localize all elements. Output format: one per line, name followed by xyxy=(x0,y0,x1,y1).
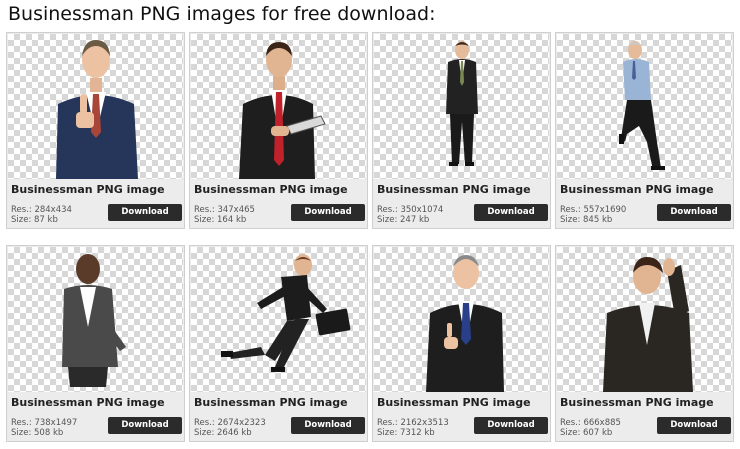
download-button[interactable]: Download xyxy=(291,417,365,434)
businessman-stressed-thumbnail[interactable] xyxy=(557,247,732,392)
card-title: Businessman PNG image xyxy=(11,183,165,196)
file-size-text: Size: 845 kb xyxy=(560,215,613,225)
image-card[interactable]: Businessman PNG image Res.: 350x1074 Siz… xyxy=(372,32,551,229)
businessman-thumbs-up-thumbnail[interactable] xyxy=(8,34,183,179)
resolution-text: Res.: 666x885 xyxy=(560,418,621,428)
card-title: Businessman PNG image xyxy=(377,396,531,409)
card-title: Businessman PNG image xyxy=(11,396,165,409)
image-card[interactable]: Businessman PNG image Res.: 284x434 Size… xyxy=(6,32,185,229)
download-button[interactable]: Download xyxy=(291,204,365,221)
businessman-pointing-thumbnail[interactable] xyxy=(374,247,549,392)
download-button[interactable]: Download xyxy=(657,417,731,434)
download-button[interactable]: Download xyxy=(657,204,731,221)
download-button[interactable]: Download xyxy=(108,204,182,221)
resolution-text: Res.: 347x465 xyxy=(194,205,255,215)
download-button[interactable]: Download xyxy=(474,417,548,434)
image-card[interactable]: Businessman PNG image Res.: 2674x2323 Si… xyxy=(189,245,368,442)
resolution-text: Res.: 557x1690 xyxy=(560,205,627,215)
businessman-tablet-thumbnail[interactable] xyxy=(191,34,366,179)
card-title: Businessman PNG image xyxy=(194,396,348,409)
file-size-text: Size: 2646 kb xyxy=(194,428,252,438)
businessman-leaning-thumbnail[interactable] xyxy=(557,34,732,179)
file-size-text: Size: 164 kb xyxy=(194,215,247,225)
image-card[interactable]: Businessman PNG image Res.: 347x465 Size… xyxy=(189,32,368,229)
file-size-text: Size: 607 kb xyxy=(560,428,613,438)
card-title: Businessman PNG image xyxy=(377,183,531,196)
image-card[interactable]: Businessman PNG image Res.: 557x1690 Siz… xyxy=(555,32,734,229)
card-title: Businessman PNG image xyxy=(194,183,348,196)
file-size-text: Size: 247 kb xyxy=(377,215,430,225)
download-button[interactable]: Download xyxy=(108,417,182,434)
businessman-running-thumbnail[interactable] xyxy=(191,247,366,392)
businessman-standing-thumbnail[interactable] xyxy=(374,34,549,179)
download-button[interactable]: Download xyxy=(474,204,548,221)
resolution-text: Res.: 738x1497 xyxy=(11,418,78,428)
resolution-text: Res.: 350x1074 xyxy=(377,205,444,215)
image-grid: Businessman PNG image Res.: 284x434 Size… xyxy=(6,32,736,444)
page-title: Businessman PNG images for free download… xyxy=(8,3,436,25)
image-card[interactable]: Businessman PNG image Res.: 666x885 Size… xyxy=(555,245,734,442)
businessman-grey-suit-thumbnail[interactable] xyxy=(8,247,183,392)
card-title: Businessman PNG image xyxy=(560,396,714,409)
image-card[interactable]: Businessman PNG image Res.: 738x1497 Siz… xyxy=(6,245,185,442)
file-size-text: Size: 7312 kb xyxy=(377,428,435,438)
resolution-text: Res.: 2674x2323 xyxy=(194,418,266,428)
image-card[interactable]: Businessman PNG image Res.: 2162x3513 Si… xyxy=(372,245,551,442)
file-size-text: Size: 87 kb xyxy=(11,215,58,225)
card-title: Businessman PNG image xyxy=(560,183,714,196)
file-size-text: Size: 508 kb xyxy=(11,428,64,438)
resolution-text: Res.: 284x434 xyxy=(11,205,72,215)
resolution-text: Res.: 2162x3513 xyxy=(377,418,449,428)
